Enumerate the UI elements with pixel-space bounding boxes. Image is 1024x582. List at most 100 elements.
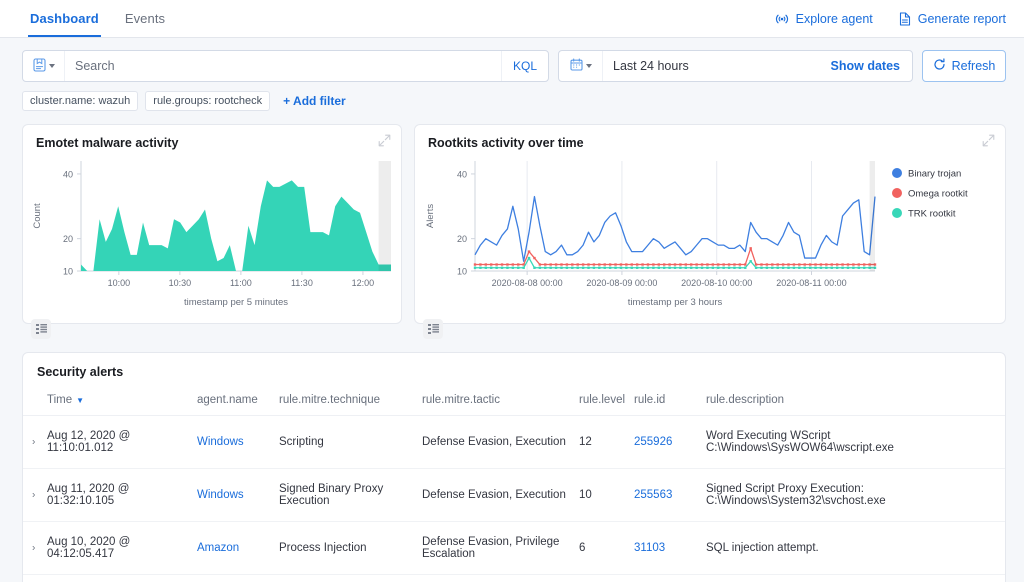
add-filter-button[interactable]: + Add filter xyxy=(283,94,346,108)
data-point xyxy=(549,266,552,269)
chevron-down-icon xyxy=(48,64,55,68)
cell-tactic: Defense Evasion, Execution xyxy=(418,415,575,469)
column-header-agent-name[interactable]: agent.name xyxy=(193,387,275,416)
refresh-button[interactable]: Refresh xyxy=(922,50,1006,82)
data-point xyxy=(544,263,547,266)
cell-tactic: Defense Evasion, Execution xyxy=(418,468,575,522)
legend-label[interactable]: TRK rootkit xyxy=(908,209,956,220)
data-point xyxy=(690,263,693,266)
data-point xyxy=(657,266,660,269)
data-point xyxy=(852,266,855,269)
data-point xyxy=(554,263,558,266)
data-point xyxy=(625,266,628,269)
data-point xyxy=(625,263,628,266)
expand-icon[interactable] xyxy=(982,134,995,150)
date-range-value[interactable]: Last 24 hours xyxy=(603,51,819,81)
tab-events[interactable]: Events xyxy=(123,0,167,37)
column-header-time[interactable]: Time ▼ xyxy=(23,387,193,416)
data-point xyxy=(857,266,860,269)
table-row[interactable]: › Aug 10, 2020 @ 04:12:05.417 Amazon Proces… xyxy=(23,521,1005,575)
cell-time: › Aug 10, 2020 @ 04:12:05.417 xyxy=(23,521,193,575)
data-point xyxy=(776,266,779,269)
legend-label[interactable]: Omega rootkit xyxy=(908,189,968,200)
kql-language-button[interactable]: KQL xyxy=(500,51,548,81)
inspect-table-icon[interactable] xyxy=(423,319,443,339)
data-point xyxy=(765,266,769,269)
data-point xyxy=(738,266,742,269)
legend-swatch xyxy=(892,188,902,198)
antenna-icon xyxy=(775,13,789,25)
tab-dashboard[interactable]: Dashboard xyxy=(28,0,101,37)
legend-label[interactable]: Binary trojan xyxy=(908,169,961,180)
calendar-icon xyxy=(569,58,583,74)
cell-time: ›Aug 10, 2020 @ 01:05:38.824 xyxy=(23,574,193,582)
data-point xyxy=(668,263,671,266)
table-row[interactable]: › Aug 12, 2020 @ 11:10:01.012 Windows Scrip… xyxy=(23,415,1005,469)
generate-report-button[interactable]: Generate report xyxy=(899,12,1006,26)
data-point xyxy=(733,263,736,266)
inspect-table-icon[interactable] xyxy=(31,319,51,339)
refresh-label: Refresh xyxy=(951,59,996,73)
agent-name-link[interactable]: Windows xyxy=(197,436,244,448)
agent-name-link[interactable]: Amazon xyxy=(197,542,239,554)
data-point xyxy=(841,266,844,269)
cell-rule-description: Word Executing WScript C:\Windows\SysWOW… xyxy=(702,415,1005,469)
data-point xyxy=(662,266,666,269)
column-header-rule-level[interactable]: rule.level xyxy=(575,387,630,416)
y-tick-label: 20 xyxy=(63,234,73,244)
cell-tactic: Defense Evasion, Privilege Escalation xyxy=(418,521,575,575)
column-header-rule-mitre-tactic[interactable]: rule.mitre.tactic xyxy=(418,387,575,416)
data-point xyxy=(803,263,806,266)
expand-icon[interactable] xyxy=(378,134,391,150)
explore-agent-button[interactable]: Explore agent xyxy=(775,12,873,26)
data-point xyxy=(538,266,542,269)
data-point xyxy=(646,263,650,266)
data-point xyxy=(754,266,758,269)
data-point xyxy=(733,266,736,269)
data-point xyxy=(792,266,796,269)
partial-bucket-shade xyxy=(869,161,875,271)
rule-id-link[interactable]: 31103 xyxy=(634,542,665,554)
saved-query-menu-button[interactable] xyxy=(23,51,65,81)
column-header-rule-description[interactable]: rule.description xyxy=(702,387,1005,416)
chevron-right-icon[interactable]: › xyxy=(32,490,35,501)
filter-pill-rule-groups[interactable]: rule.groups: rootcheck xyxy=(145,90,271,112)
top-tab-bar: Dashboard Events Explore agent Generate … xyxy=(0,0,1024,38)
data-point xyxy=(738,263,742,266)
data-point xyxy=(608,263,612,266)
chevron-right-icon[interactable]: › xyxy=(32,437,35,448)
data-point xyxy=(635,266,639,269)
data-point xyxy=(576,266,579,269)
data-point xyxy=(517,263,520,266)
show-dates-button[interactable]: Show dates xyxy=(819,51,912,81)
data-point xyxy=(657,263,660,266)
search-input[interactable]: Search xyxy=(65,51,501,81)
data-point xyxy=(571,263,574,266)
date-picker: Last 24 hours Show dates xyxy=(558,50,913,82)
data-point xyxy=(744,263,747,266)
cell-time-label: Aug 10, 2020 @ 04:12:05.417 xyxy=(47,536,131,560)
x-tick-label: 10:30 xyxy=(169,278,192,288)
data-point xyxy=(695,263,698,266)
date-quick-menu-button[interactable] xyxy=(559,51,603,81)
data-point xyxy=(862,266,866,269)
cell-technique: Process Injection xyxy=(275,521,418,575)
data-point xyxy=(630,266,633,269)
chevron-right-icon[interactable]: › xyxy=(32,543,35,554)
data-point xyxy=(500,266,504,269)
sort-desc-icon: ▼ xyxy=(76,396,85,405)
cell-technique: Signed Binary Proxy Execution xyxy=(275,468,418,522)
data-point xyxy=(614,266,617,269)
table-row[interactable]: ›Aug 10, 2020 @ 01:05:38.824RHEL7Brute F… xyxy=(23,574,1005,582)
column-header-rule-mitre-technique[interactable]: rule.mitre.technique xyxy=(275,387,418,416)
data-point xyxy=(641,263,644,266)
rule-id-link[interactable]: 255563 xyxy=(634,489,672,501)
agent-name-link[interactable]: Windows xyxy=(197,489,244,501)
filter-pill-cluster-name[interactable]: cluster.name: wazuh xyxy=(22,90,139,112)
data-point xyxy=(787,266,790,269)
y-tick-label: 40 xyxy=(63,169,73,179)
data-point xyxy=(527,256,531,260)
table-row[interactable]: › Aug 11, 2020 @ 01:32:10.105 Windows Signe… xyxy=(23,468,1005,522)
rule-id-link[interactable]: 255926 xyxy=(634,436,672,448)
column-header-rule-id[interactable]: rule.id xyxy=(630,387,702,416)
